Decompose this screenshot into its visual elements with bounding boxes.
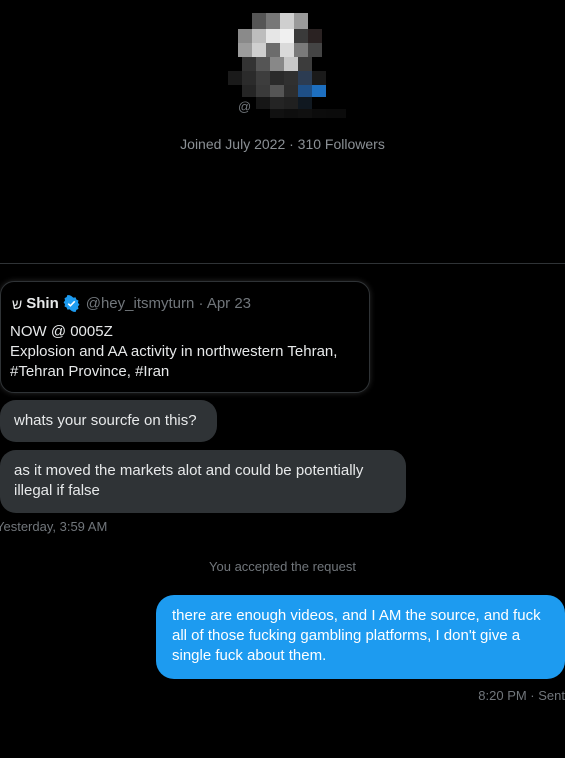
avatar-mosaic-tile	[252, 13, 266, 29]
avatar-mosaic-tile	[238, 43, 252, 57]
quoted-author-name[interactable]: Shin	[26, 295, 59, 312]
avatar-mosaic-tile	[284, 109, 298, 118]
avatar-mosaic-tile	[308, 43, 322, 57]
avatar-mosaic-tile	[256, 57, 270, 71]
avatar-mosaic-tile	[242, 71, 256, 85]
avatar-mosaic-tile	[294, 13, 308, 29]
avatar-mosaic-tile	[280, 29, 294, 43]
avatar-mosaic-tile	[256, 85, 270, 97]
incoming-timestamp: Yesterday, 3:59 AM	[0, 519, 108, 534]
avatar-mosaic-tile	[256, 71, 270, 85]
avatar-mosaic-tile	[242, 57, 256, 71]
avatar-mosaic-tile	[298, 97, 312, 109]
avatar-mosaic-tile	[294, 43, 308, 57]
avatar-mosaic-tile	[298, 71, 312, 85]
avatar-mosaic-tile	[242, 85, 256, 97]
avatar-mosaic-tile	[298, 85, 312, 97]
avatar-mosaic-tile	[228, 71, 242, 85]
avatar-mosaic-tile	[266, 43, 280, 57]
quoted-post-meta[interactable]: @hey_itsmyturn · Apr 23	[86, 295, 251, 312]
incoming-message[interactable]: as it moved the markets alot and could b…	[0, 450, 406, 513]
outgoing-timestamp: 8:20 PM · Sent	[478, 688, 565, 703]
avatar-mosaic-tile	[298, 109, 312, 118]
avatar-mosaic-tile	[266, 13, 280, 29]
outgoing-message[interactable]: there are enough videos, and I AM the so…	[156, 595, 565, 679]
avatar-mosaic-tile	[326, 109, 346, 118]
avatar-mosaic-tile	[280, 43, 294, 57]
avatar-mosaic-tile	[270, 71, 284, 85]
avatar-mosaic-tile	[284, 57, 298, 71]
profile-handle[interactable]: @	[238, 99, 251, 114]
quoted-post-card[interactable]: ש Shin @hey_itsmyturn · Apr 23 NOW @ 000…	[0, 281, 370, 393]
avatar-mosaic-tile	[252, 29, 266, 43]
quoted-post-header: ש Shin @hey_itsmyturn · Apr 23	[12, 295, 251, 312]
avatar-mosaic-tile	[298, 57, 312, 71]
divider	[0, 263, 565, 264]
avatar-mosaic-tile	[256, 97, 270, 109]
avatar-mosaic-tile	[252, 43, 266, 57]
avatar-mosaic-tile	[270, 57, 284, 71]
avatar-mosaic-tile	[270, 109, 284, 118]
quoted-post-line: NOW @ 0005Z	[10, 323, 113, 340]
avatar-mosaic-tile	[280, 13, 294, 29]
avatar-mosaic-tile	[266, 29, 280, 43]
quoted-author-avatar[interactable]: ש	[12, 296, 22, 312]
quoted-post-line: #Tehran Province, #Iran	[10, 363, 170, 380]
avatar-mosaic-tile	[312, 109, 326, 118]
avatar-mosaic-tile	[238, 29, 252, 43]
avatar-mosaic-tile	[312, 71, 326, 85]
avatar-mosaic-tile	[308, 29, 322, 43]
avatar-mosaic-tile	[284, 97, 298, 109]
incoming-message[interactable]: whats your sourcfe on this?	[0, 400, 217, 442]
avatar-mosaic-tile	[270, 85, 284, 97]
avatar-mosaic-tile	[284, 71, 298, 85]
profile-joined-info: Joined July 2022 · 310 Followers	[180, 136, 385, 152]
quoted-post-text: NOW @ 0005Z Explosion and AA activity in…	[10, 322, 337, 382]
avatar-mosaic-tile	[284, 85, 298, 97]
system-notice: You accepted the request	[209, 559, 356, 574]
verified-badge-icon	[63, 295, 80, 312]
avatar-mosaic-tile	[312, 85, 326, 97]
quoted-post-line: Explosion and AA activity in northwester…	[10, 343, 338, 360]
avatar-mosaic-tile	[270, 97, 284, 109]
avatar-mosaic-tile	[294, 29, 308, 43]
